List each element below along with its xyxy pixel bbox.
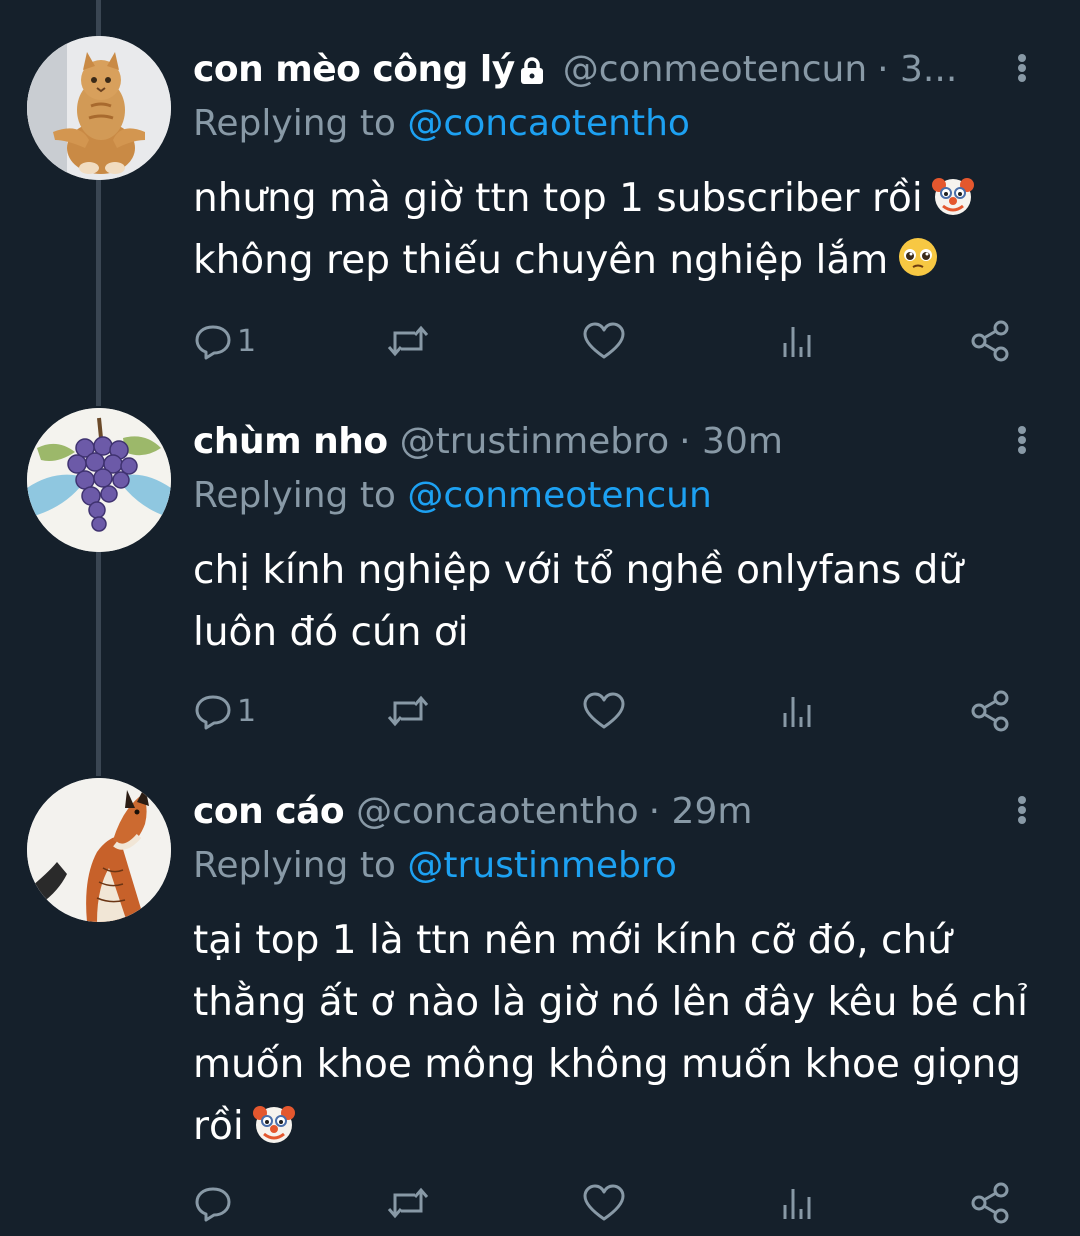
like-icon xyxy=(583,1184,625,1221)
like-icon xyxy=(583,322,625,359)
share-button[interactable] xyxy=(969,1178,1013,1228)
share-icon xyxy=(971,690,1009,732)
display-name[interactable]: con mèo công lý xyxy=(193,42,515,98)
retweet-button[interactable] xyxy=(385,686,431,736)
more-options-button[interactable] xyxy=(1008,48,1036,88)
analytics-button[interactable] xyxy=(777,1178,817,1228)
replying-to-label: Replying to xyxy=(193,475,408,516)
lock-icon xyxy=(519,46,545,102)
tweet-text-line: luôn đó cún ơi xyxy=(193,610,469,655)
tweet-header: con cáo @concaotentho · 29m xyxy=(193,784,1040,840)
retweet-button[interactable] xyxy=(385,1178,431,1228)
analytics-button[interactable] xyxy=(777,316,817,366)
retweet-icon xyxy=(387,695,429,727)
user-handle[interactable]: @conmeotencun xyxy=(563,42,867,98)
thread-connector xyxy=(96,0,101,36)
more-options-button[interactable] xyxy=(1008,790,1036,830)
thread-connector xyxy=(96,552,101,776)
replying-to-label: Replying to xyxy=(193,103,408,144)
retweet-button[interactable] xyxy=(385,316,431,366)
reply-icon xyxy=(195,695,231,730)
tweet-text-line: tại top 1 là ttn nên mới kính cỡ đó, chứ xyxy=(193,918,952,963)
tweet-text-line: nhưng mà giờ ttn top 1 subscriber rồi xyxy=(193,168,1040,230)
reply-icon xyxy=(195,1187,231,1222)
share-icon xyxy=(971,1182,1009,1224)
analytics-icon xyxy=(783,697,811,727)
user-handle[interactable]: @trustinmebro xyxy=(400,414,670,470)
reply-count: 1 xyxy=(237,693,257,729)
tweet-text-line: muốn khoe mông không muốn khoe giọng xyxy=(193,1042,1022,1087)
mention-link[interactable]: @conmeotencun xyxy=(407,475,711,516)
share-button[interactable] xyxy=(969,316,1013,366)
reply-count: 1 xyxy=(237,323,257,359)
thread-connector xyxy=(96,180,101,406)
cat-avatar-icon xyxy=(27,36,171,180)
tweet-text-line: thằng ất ơ nào là giờ nó lên đây kêu bé … xyxy=(193,980,1028,1025)
avatar[interactable] xyxy=(27,408,171,552)
like-button[interactable] xyxy=(582,1178,626,1228)
display-name[interactable]: con cáo xyxy=(193,784,345,840)
share-button[interactable] xyxy=(969,686,1013,736)
replying-to: Replying to @trustinmebro xyxy=(193,840,1040,892)
clown-face-emoji-icon xyxy=(931,178,974,215)
tweet-text: chị kính nghiệp với tổ nghề onlyfans dữ … xyxy=(193,540,1040,664)
replying-to: Replying to @conmeotencun xyxy=(193,470,1040,522)
tweet-actions xyxy=(193,1178,1023,1228)
conversation-thread: con mèo công lý @conmeotencun · 3... Rep… xyxy=(0,0,1080,1236)
avatar[interactable] xyxy=(27,778,171,922)
replying-to-label: Replying to xyxy=(193,845,408,886)
more-icon xyxy=(1018,54,1026,62)
like-icon xyxy=(583,692,625,729)
tweet-text: nhưng mà giờ ttn top 1 subscriber rồi kh… xyxy=(193,168,1040,292)
more-icon xyxy=(1018,796,1026,804)
tweet-text-line: chị kính nghiệp với tổ nghề onlyfans dữ xyxy=(193,548,964,593)
tweet-text: tại top 1 là ttn nên mới kính cỡ đó, chứ… xyxy=(193,910,1040,1158)
tweet-actions: 1 xyxy=(193,316,1023,366)
pleading-face-emoji-icon xyxy=(899,238,938,276)
share-icon xyxy=(971,320,1009,362)
mention-link[interactable]: @concaotentho xyxy=(407,103,690,144)
grapes-avatar-icon xyxy=(27,408,171,552)
user-handle[interactable]: @concaotentho xyxy=(356,784,639,840)
retweet-icon xyxy=(387,1187,429,1219)
tweet-text-line: rồi xyxy=(193,1096,1040,1158)
timestamp[interactable]: · 29m xyxy=(649,784,753,840)
retweet-icon xyxy=(387,325,429,357)
replying-to: Replying to @concaotentho xyxy=(193,98,1040,150)
more-icon xyxy=(1018,426,1026,434)
clown-face-emoji-icon xyxy=(252,1106,295,1143)
fox-avatar-icon xyxy=(27,778,171,922)
tweet-header: con mèo công lý @conmeotencun · 3... xyxy=(193,42,1040,98)
tweet-header: chùm nho @trustinmebro · 30m xyxy=(193,414,1040,470)
like-button[interactable] xyxy=(582,686,626,736)
avatar[interactable] xyxy=(27,36,171,180)
reply-button[interactable] xyxy=(193,1178,237,1228)
analytics-icon xyxy=(783,1189,811,1219)
display-name[interactable]: chùm nho xyxy=(193,414,388,470)
timestamp[interactable]: · 3... xyxy=(877,42,957,98)
tweet-actions: 1 xyxy=(193,686,1023,736)
reply-icon xyxy=(195,325,231,360)
timestamp[interactable]: · 30m xyxy=(679,414,783,470)
analytics-icon xyxy=(783,327,811,357)
like-button[interactable] xyxy=(582,316,626,366)
reply-button[interactable]: 1 xyxy=(193,316,256,366)
more-options-button[interactable] xyxy=(1008,420,1036,460)
reply-button[interactable]: 1 xyxy=(193,686,256,736)
tweet-text-line: không rep thiếu chuyên nghiệp lắm xyxy=(193,230,1040,292)
analytics-button[interactable] xyxy=(777,686,817,736)
mention-link[interactable]: @trustinmebro xyxy=(407,845,677,886)
